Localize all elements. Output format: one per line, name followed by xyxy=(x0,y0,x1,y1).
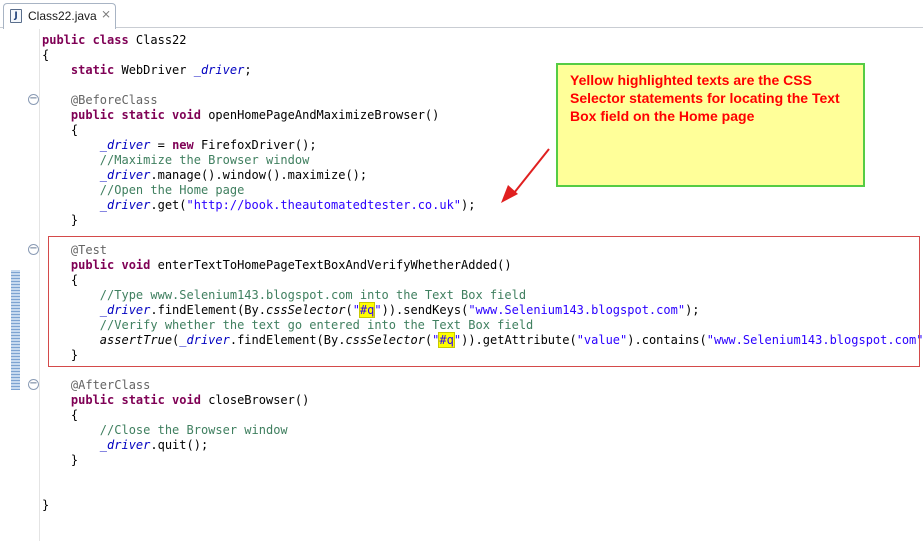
code-token: } xyxy=(42,213,79,227)
code-token: "http://book.theautomatedtester.co.uk" xyxy=(186,198,462,212)
callout-note-text: Yellow highlighted texts are the CSS Sel… xyxy=(570,72,840,124)
code-token: openHomePageAndMaximizeBrowser() xyxy=(208,108,440,122)
code-token: { xyxy=(42,408,79,422)
code-line: } xyxy=(42,498,49,513)
code-token: _driver xyxy=(99,168,151,182)
code-line: //Open the Home page xyxy=(42,183,245,198)
code-line: public static void closeBrowser() xyxy=(42,393,309,408)
code-token: WebDriver xyxy=(121,63,194,77)
code-token: { xyxy=(42,123,79,137)
code-token: //Close the Browser window xyxy=(99,423,288,437)
code-token: _driver xyxy=(99,198,151,212)
code-line: @BeforeClass xyxy=(42,93,158,108)
code-token: .get( xyxy=(150,198,187,212)
code-line: _driver.manage().window().maximize(); xyxy=(42,168,367,183)
code-line: { xyxy=(42,123,78,138)
code-token: { xyxy=(42,48,50,62)
code-line: static WebDriver _driver; xyxy=(42,63,252,78)
code-token: _driver xyxy=(99,438,151,452)
editor-gutter xyxy=(0,29,40,541)
code-line: { xyxy=(42,408,78,423)
code-token: closeBrowser() xyxy=(208,393,310,407)
code-token: .manage().window().maximize(); xyxy=(150,168,368,182)
code-line: //Maximize the Browser window xyxy=(42,153,310,168)
code-line: _driver.quit(); xyxy=(42,438,208,453)
code-line: public static void openHomePageAndMaximi… xyxy=(42,108,439,123)
code-token: } xyxy=(42,498,50,512)
java-file-icon: J xyxy=(10,9,22,23)
code-token: @BeforeClass xyxy=(70,93,158,107)
code-token: //Maximize the Browser window xyxy=(99,153,310,167)
code-token: = xyxy=(150,138,173,152)
code-token: @AfterClass xyxy=(70,378,151,392)
editor-tab-bar: J Class22.java ⨯ xyxy=(0,0,923,29)
tab-title: Class22.java xyxy=(28,9,97,23)
code-token: //Open the Home page xyxy=(99,183,245,197)
code-token: ); xyxy=(461,198,476,212)
close-icon[interactable]: ⨯ xyxy=(101,7,111,21)
code-line: //Close the Browser window xyxy=(42,423,288,438)
code-line: @AfterClass xyxy=(42,378,150,393)
code-line: } xyxy=(42,453,78,468)
code-line: } xyxy=(42,213,78,228)
code-line: { xyxy=(42,48,49,63)
code-token: public static void xyxy=(70,393,209,407)
fold-collapse-icon[interactable]: − xyxy=(28,379,39,390)
code-token: ; xyxy=(244,63,252,77)
code-line: public class Class22 xyxy=(42,33,187,48)
code-token: public class xyxy=(42,33,136,47)
code-token: _driver xyxy=(193,63,245,77)
code-line: _driver.get("http://book.theautomatedtes… xyxy=(42,198,476,213)
code-token: .quit(); xyxy=(150,438,209,452)
test-method-highlight-box xyxy=(48,236,920,367)
code-token: _driver xyxy=(99,138,151,152)
fold-collapse-icon[interactable]: − xyxy=(28,94,39,105)
code-line: _driver = new FirefoxDriver(); xyxy=(42,138,317,153)
code-token: Class22 xyxy=(135,33,187,47)
code-token: } xyxy=(42,453,79,467)
tab-class22-java[interactable]: J Class22.java ⨯ xyxy=(3,3,116,29)
code-token: new xyxy=(172,138,201,152)
code-token: static xyxy=(70,63,122,77)
fold-collapse-icon[interactable]: − xyxy=(28,244,39,255)
code-token: FirefoxDriver(); xyxy=(200,138,317,152)
code-token: public static void xyxy=(70,108,209,122)
change-marker-bar xyxy=(11,270,20,390)
callout-note: Yellow highlighted texts are the CSS Sel… xyxy=(556,63,865,187)
